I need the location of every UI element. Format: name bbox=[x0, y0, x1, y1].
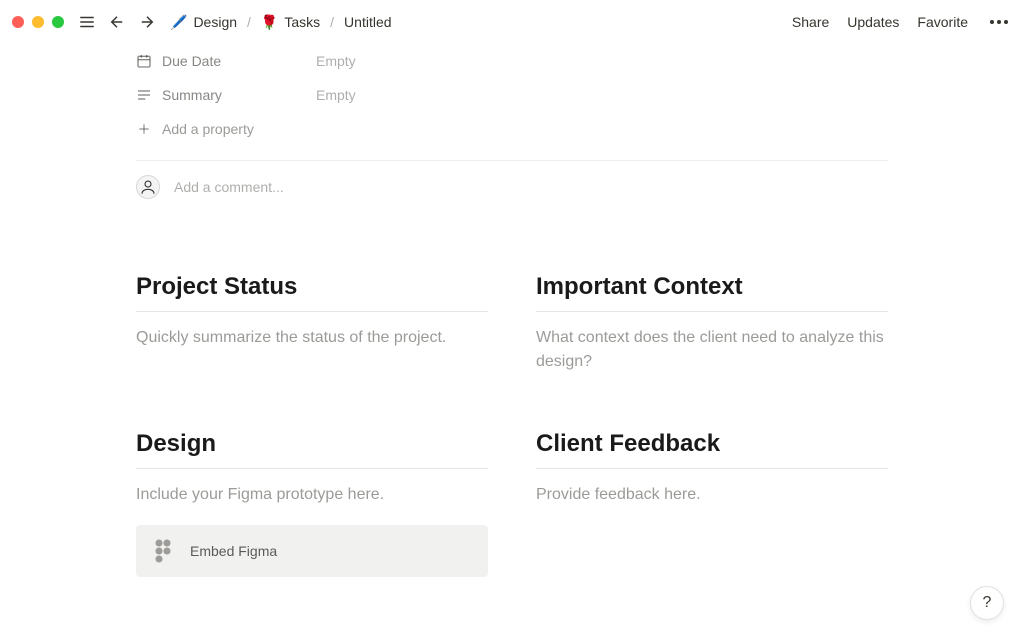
comment-input[interactable]: Add a comment... bbox=[174, 179, 284, 195]
section-body[interactable]: What context does the client need to ana… bbox=[536, 326, 888, 374]
nav-forward-button[interactable] bbox=[136, 11, 158, 33]
embed-label: Embed Figma bbox=[190, 543, 277, 559]
property-label[interactable]: Due Date bbox=[136, 53, 316, 69]
breadcrumb-tasks[interactable]: 🌹 Tasks bbox=[257, 12, 324, 33]
section-important-context: Important Context What context does the … bbox=[536, 273, 888, 374]
close-window-button[interactable] bbox=[12, 16, 24, 28]
sidebar-toggle-button[interactable] bbox=[76, 11, 98, 33]
minimize-window-button[interactable] bbox=[32, 16, 44, 28]
breadcrumb-separator: / bbox=[330, 14, 334, 30]
property-label[interactable]: Summary bbox=[136, 87, 316, 103]
avatar bbox=[136, 175, 160, 199]
rose-icon: 🌹 bbox=[261, 14, 278, 31]
section-project-status: Project Status Quickly summarize the sta… bbox=[136, 273, 488, 374]
property-due-date: Due Date Empty bbox=[136, 44, 888, 78]
section-body[interactable]: Quickly summarize the status of the proj… bbox=[136, 326, 488, 350]
property-label-text: Summary bbox=[162, 87, 222, 103]
updates-button[interactable]: Updates bbox=[847, 14, 899, 30]
favorite-button[interactable]: Favorite bbox=[917, 14, 968, 30]
section-title[interactable]: Design bbox=[136, 430, 488, 469]
figma-icon bbox=[154, 539, 172, 563]
breadcrumb-label: Tasks bbox=[284, 14, 320, 30]
arrow-left-icon bbox=[108, 13, 126, 31]
arrow-right-icon bbox=[138, 13, 156, 31]
breadcrumb-label: Untitled bbox=[344, 14, 391, 30]
more-menu-button[interactable] bbox=[986, 16, 1012, 28]
breadcrumb-label: Design bbox=[193, 14, 237, 30]
help-icon: ? bbox=[983, 594, 992, 612]
breadcrumb-page[interactable]: Untitled bbox=[340, 12, 395, 32]
plus-icon bbox=[136, 121, 152, 137]
property-label-text: Due Date bbox=[162, 53, 221, 69]
breadcrumb-separator: / bbox=[247, 14, 251, 30]
dot-icon bbox=[1004, 20, 1008, 24]
section-body[interactable]: Provide feedback here. bbox=[536, 483, 888, 507]
section-title[interactable]: Project Status bbox=[136, 273, 488, 312]
embed-figma-block[interactable]: Embed Figma bbox=[136, 525, 488, 577]
section-title[interactable]: Important Context bbox=[536, 273, 888, 312]
calendar-icon bbox=[136, 53, 152, 69]
breadcrumb-design[interactable]: 🖊️ Design bbox=[166, 12, 241, 33]
share-button[interactable]: Share bbox=[792, 14, 829, 30]
dot-icon bbox=[990, 20, 994, 24]
section-client-feedback: Client Feedback Provide feedback here. bbox=[536, 430, 888, 577]
section-body[interactable]: Include your Figma prototype here. bbox=[136, 483, 488, 507]
page-content: Due Date Empty Summary Empty Add a prope… bbox=[0, 44, 1024, 577]
comment-row: Add a comment... bbox=[136, 161, 888, 217]
sections-grid: Project Status Quickly summarize the sta… bbox=[136, 273, 888, 577]
pen-icon: 🖊️ bbox=[170, 14, 187, 31]
text-lines-icon bbox=[136, 87, 152, 103]
add-property-label: Add a property bbox=[162, 121, 254, 137]
person-icon bbox=[139, 178, 157, 196]
maximize-window-button[interactable] bbox=[52, 16, 64, 28]
add-property-button[interactable]: Add a property bbox=[136, 112, 888, 146]
breadcrumb: 🖊️ Design / 🌹 Tasks / Untitled bbox=[166, 12, 396, 33]
property-value[interactable]: Empty bbox=[316, 87, 356, 103]
section-design: Design Include your Figma prototype here… bbox=[136, 430, 488, 577]
topbar: 🖊️ Design / 🌹 Tasks / Untitled Share Upd… bbox=[0, 0, 1024, 44]
help-button[interactable]: ? bbox=[970, 586, 1004, 620]
section-title[interactable]: Client Feedback bbox=[536, 430, 888, 469]
top-actions: Share Updates Favorite bbox=[792, 14, 1012, 30]
hamburger-icon bbox=[78, 13, 96, 31]
property-value[interactable]: Empty bbox=[316, 53, 356, 69]
window-traffic-lights bbox=[12, 16, 64, 28]
dot-icon bbox=[997, 20, 1001, 24]
nav-back-button[interactable] bbox=[106, 11, 128, 33]
property-summary: Summary Empty bbox=[136, 78, 888, 112]
